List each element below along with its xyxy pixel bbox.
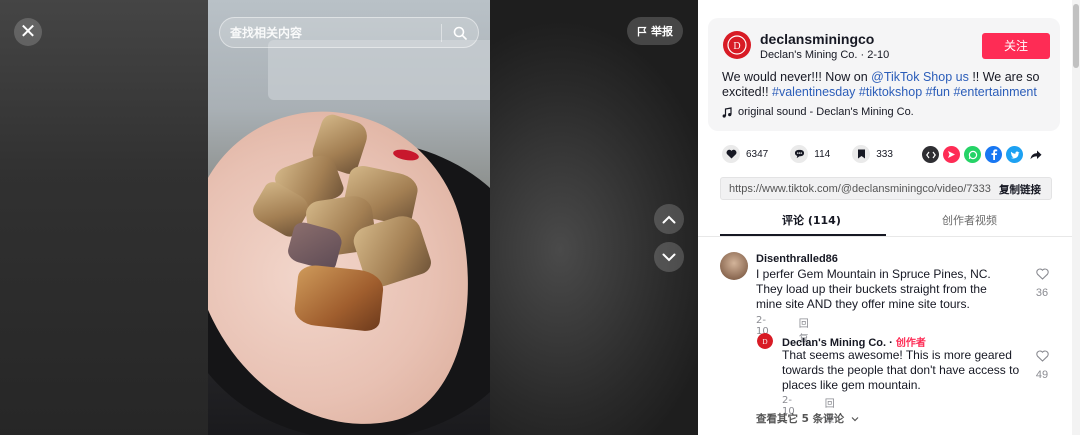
hashtag-link[interactable]: #valentinesday bbox=[772, 85, 855, 99]
chevron-up-icon bbox=[662, 215, 676, 223]
avatar[interactable]: D bbox=[757, 333, 773, 349]
hashtag-link[interactable]: #entertainment bbox=[953, 85, 1036, 99]
comment-text: I perfer Gem Mountain in Spruce Pines, N… bbox=[756, 267, 991, 311]
mention-link[interactable]: @TikTok Shop us bbox=[871, 70, 969, 84]
tab-comments[interactable]: 评论 (114) bbox=[782, 212, 841, 228]
whatsapp-icon[interactable] bbox=[964, 146, 981, 163]
heart-icon bbox=[722, 145, 740, 163]
flag-icon bbox=[637, 26, 647, 36]
engagement-stats: 6347 114 333 bbox=[722, 145, 915, 163]
video-frame[interactable] bbox=[208, 0, 490, 435]
search-button[interactable] bbox=[442, 17, 478, 48]
copy-link-button[interactable]: 复制链接 bbox=[999, 182, 1041, 197]
music-note-icon bbox=[722, 106, 732, 118]
previous-video-button[interactable] bbox=[654, 204, 684, 234]
reply-like-count: 49 bbox=[1035, 369, 1049, 381]
embed-icon[interactable] bbox=[922, 146, 939, 163]
chevron-down-icon bbox=[662, 253, 676, 261]
author-handle[interactable]: declansminingco bbox=[760, 31, 874, 47]
video-description-card: D declansminingco Declan's Mining Co. · … bbox=[708, 18, 1060, 131]
view-more-replies-button[interactable]: 查看其它 5 条评论 bbox=[756, 411, 859, 426]
like-count: 6347 bbox=[746, 148, 769, 160]
comment-like-button[interactable]: 36 bbox=[1027, 267, 1057, 299]
close-button[interactable]: ✕ bbox=[14, 18, 42, 46]
comment-button[interactable]: 114 bbox=[790, 145, 830, 163]
svg-text:D: D bbox=[762, 338, 767, 346]
comment-username[interactable]: Disenthralled86 bbox=[756, 253, 838, 265]
view-more-label: 查看其它 5 条评论 bbox=[756, 413, 845, 425]
close-icon: ✕ bbox=[19, 21, 37, 43]
follow-button[interactable]: 关注 bbox=[982, 33, 1050, 59]
sound-link[interactable]: original sound - Declan's Mining Co. bbox=[722, 106, 914, 118]
bookmark-icon bbox=[852, 145, 871, 163]
chevron-down-icon bbox=[851, 417, 859, 422]
video-link-box: https://www.tiktok.com/@declansminingco/… bbox=[720, 177, 1052, 200]
tab-creator-videos[interactable]: 创作者视频 bbox=[942, 212, 997, 228]
details-panel: D declansminingco Declan's Mining Co. · … bbox=[698, 0, 1080, 435]
report-button[interactable]: 举报 bbox=[627, 17, 683, 45]
facebook-icon[interactable] bbox=[985, 146, 1002, 163]
report-label: 举报 bbox=[651, 25, 673, 38]
like-button[interactable]: 6347 bbox=[722, 145, 768, 163]
video-url[interactable]: https://www.tiktok.com/@declansminingco/… bbox=[729, 183, 991, 195]
svg-text:D: D bbox=[733, 41, 740, 52]
scrollbar[interactable] bbox=[1072, 0, 1080, 435]
reply-username-line: Declan's Mining Co. · 创作者 bbox=[782, 337, 926, 349]
comment-count: 114 bbox=[814, 148, 831, 160]
reply-like-button[interactable]: 49 bbox=[1027, 349, 1057, 381]
share-arrow-icon[interactable] bbox=[1027, 146, 1044, 163]
hashtag-link[interactable]: #tiktokshop bbox=[859, 85, 922, 99]
comment-bubble-icon bbox=[790, 145, 809, 163]
video-caption: We would never!!! Now on @TikTok Shop us… bbox=[722, 70, 1040, 99]
twitter-icon[interactable] bbox=[1006, 146, 1023, 163]
search-input[interactable] bbox=[220, 25, 441, 40]
search-icon bbox=[453, 26, 467, 40]
panel-tabs: 评论 (114) 创作者视频 bbox=[720, 212, 1052, 236]
post-date: 2-10 bbox=[867, 49, 890, 61]
reply-text: That seems awesome! This is more geared … bbox=[782, 348, 1020, 392]
hashtag-link[interactable]: #fun bbox=[926, 85, 950, 99]
author-subtitle: Declan's Mining Co. · 2-10 bbox=[760, 49, 890, 61]
save-count: 333 bbox=[876, 148, 893, 160]
comment-like-count: 36 bbox=[1035, 287, 1049, 299]
search-bar[interactable] bbox=[219, 17, 479, 48]
author-display-name: Declan's Mining Co. bbox=[760, 49, 858, 61]
video-player[interactable]: ✕ 举报 bbox=[0, 0, 698, 435]
author-avatar[interactable]: D bbox=[722, 30, 752, 60]
divider bbox=[698, 236, 1080, 237]
next-video-button[interactable] bbox=[654, 242, 684, 272]
share-icons bbox=[922, 146, 1044, 163]
heart-outline-icon bbox=[1035, 350, 1049, 362]
save-button[interactable]: 333 bbox=[852, 145, 893, 163]
heart-outline-icon bbox=[1035, 268, 1049, 280]
sound-label: original sound - Declan's Mining Co. bbox=[738, 106, 914, 118]
avatar[interactable] bbox=[720, 252, 748, 280]
send-icon[interactable] bbox=[943, 146, 960, 163]
scrollbar-thumb[interactable] bbox=[1073, 4, 1079, 68]
